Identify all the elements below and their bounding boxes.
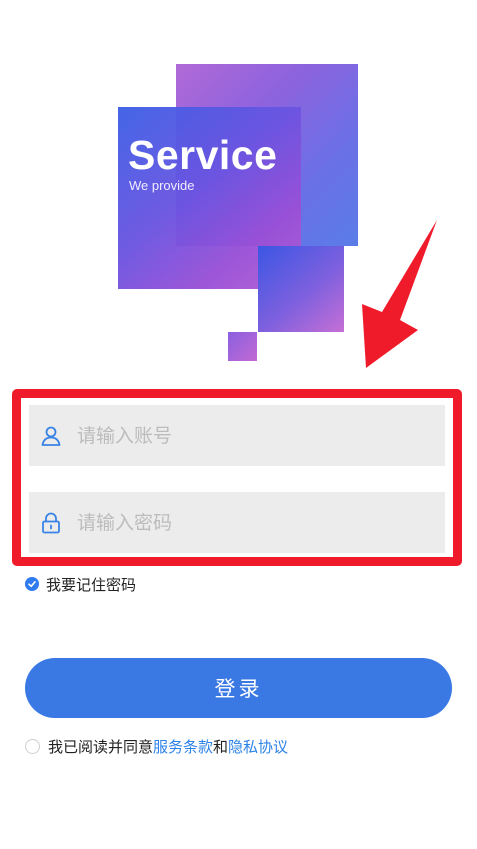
password-input[interactable]: [77, 502, 407, 543]
remember-password-toggle[interactable]: 我要记住密码: [25, 574, 136, 594]
account-field[interactable]: [29, 405, 445, 466]
red-arrow-icon: [362, 220, 437, 368]
remember-password-label: 我要记住密码: [46, 575, 137, 594]
hero-title: Service: [128, 132, 278, 178]
terms-link[interactable]: 服务条款: [153, 736, 213, 757]
login-button[interactable]: 登录: [25, 658, 452, 718]
privacy-link[interactable]: 隐私协议: [228, 736, 288, 757]
agreement-prefix: 我已阅读并同意: [48, 737, 154, 756]
agreement-radio[interactable]: [25, 738, 40, 754]
hero-square-small: [228, 332, 257, 361]
agreement-row: 我已阅读并同意 服务条款 和 隐私协议: [25, 736, 288, 756]
hero-subtitle: We provide: [129, 178, 195, 193]
hero-square-mid: [258, 246, 344, 332]
account-input[interactable]: [77, 415, 407, 456]
user-icon: [41, 426, 61, 446]
agreement-joiner: 和: [213, 737, 229, 756]
lock-icon: [42, 512, 60, 533]
check-circle-icon[interactable]: [25, 577, 39, 591]
password-field[interactable]: [29, 492, 445, 553]
